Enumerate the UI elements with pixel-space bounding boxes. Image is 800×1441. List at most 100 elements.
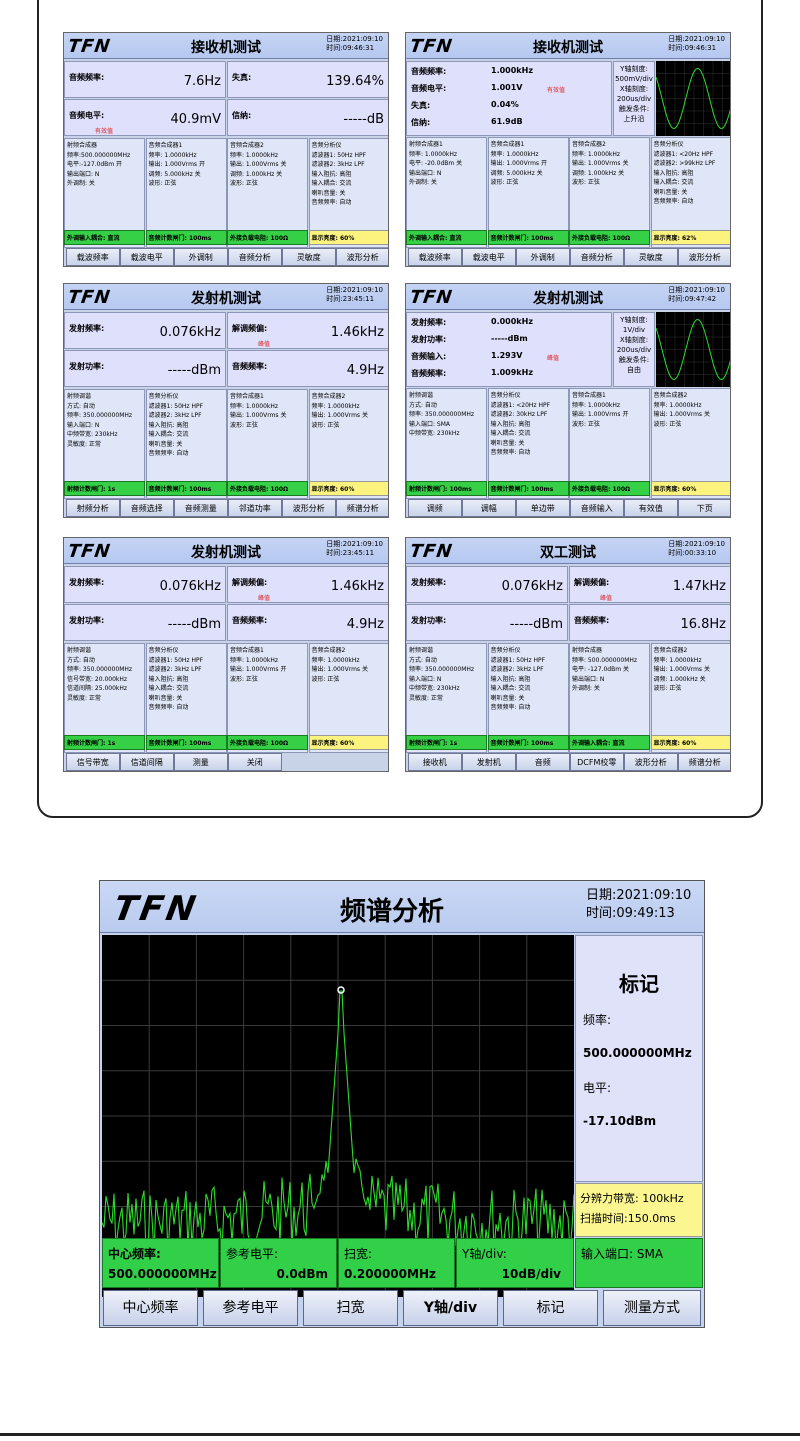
softkey-button[interactable]: 波形分析 [336,248,388,266]
screenshot-s6: TFN 双工测试 日期:2021:09:10 时间:00:33:10 发射频率: 0.07… [405,537,731,772]
info-line: 频率: 1.0000kHz [311,656,360,664]
readout-value: 1.000kHz [491,66,533,75]
info-line: 输入阻抗: 高阻 [490,675,531,683]
readout-4: 信纳: -----dB [227,99,388,136]
softkey-button[interactable]: 音频测量 [174,499,228,517]
softkey-button[interactable]: 发射机 [462,753,516,771]
ydiv-button[interactable]: Y轴/div [403,1290,498,1326]
scope-waveform [656,312,730,387]
marker-point [337,986,345,994]
info-line: 频率: 1.0000kHz [148,151,197,159]
info-line: 射频调谐 [67,647,92,654]
readout-label: 解调频偏: [232,578,268,587]
softkey-button[interactable]: 载波电平 [462,248,516,266]
softkey-button[interactable]: 外调制 [516,248,570,266]
softkey-button[interactable]: 下页 [678,499,730,517]
softkey-button[interactable]: 调幅 [462,499,516,517]
softkey-button[interactable]: 测量 [174,753,228,771]
info-line: 输出: 1.000Vrms 关 [653,666,710,673]
screenshot-s3: TFN 发射机测试 日期:2021:09:10 时间:23:45:11 发射频率: 0.0… [63,283,389,518]
info-line: 滤波器2: 30kHz LPF [490,411,548,418]
span-button[interactable]: 扫宽 [303,1290,398,1326]
readout-label: 发射频率: [69,578,105,587]
readout-value: 0.076kHz [159,325,221,340]
info-line: 输入阻抗: 高阻 [653,169,694,177]
softkey-button[interactable]: 信号带宽 [66,753,120,771]
softkey-button[interactable]: 音频分析 [228,248,282,266]
time-text: 时间:09:46:31 [668,44,717,52]
info-line: 音频频率: 自动 [490,704,531,711]
info-line: 音频分析仪 [311,142,342,149]
readout-value: -----dB [343,112,384,127]
readout-3: 发射功率: -----dBm [406,604,568,641]
info-line: 外调制: 关 [572,685,600,692]
measure-mode-button[interactable]: 测量方式 [603,1290,701,1326]
time-text: 时间:09:49:13 [586,906,675,921]
marker-button[interactable]: 标记 [503,1290,598,1326]
softkey-button[interactable]: 关闭 [228,753,282,771]
softkey-button[interactable]: 音频选择 [120,499,174,517]
readout-value: 1.001V [491,83,523,92]
readout-label: 音频频率: [69,73,105,82]
info-line: 音频分析仪 [148,393,179,400]
softkey-button[interactable]: 音频分析 [570,248,624,266]
softkey-button[interactable]: 有效值 [624,499,678,517]
status-green-1: 射频计数闸门: 100ms [406,481,487,496]
softkey-button[interactable]: 接收机 [408,753,462,771]
softkey-button[interactable]: 单边带 [516,499,570,517]
softkey-button[interactable]: 调频 [408,499,462,517]
softkey-button[interactable]: 灵敏度 [282,248,336,266]
softkey-button[interactable]: 频谱分析 [678,753,730,771]
readout-note: 有效值 [547,87,566,94]
ref-level-button[interactable]: 参考电平 [203,1290,298,1326]
softkey-button[interactable]: 波形分析 [678,248,730,266]
softkey-button[interactable]: 信道间隔 [120,753,174,771]
status-green-3: 外调输入耦合: 直流 [569,735,650,750]
info-line: 方式: 自动 [67,656,95,664]
softkey-button[interactable]: 载波电平 [120,248,174,266]
softkey-button[interactable]: 载波频率 [66,248,120,266]
softkey-button[interactable]: 灵敏度 [624,248,678,266]
info-line: 方式: 自动 [409,656,437,664]
time-text: 时间:23:45:11 [326,295,375,303]
softkey-button[interactable]: 邻道功率 [228,499,282,517]
readout-3: 音频电平: 40.9mV 有效值 [64,99,226,136]
readout-label: 发射功率: [411,616,447,625]
info-line: 射频调谐 [409,392,434,399]
softkey-button[interactable]: 外调制 [174,248,228,266]
readout-3: 发射功率: -----dBm [64,350,226,387]
softkey-button[interactable]: 射频分析 [66,499,120,517]
datetime: 日期:2021:09:10 时间:09:47:42 [668,286,725,304]
scope-setting: 自由 [627,366,641,374]
info-line: 输出端口: N [572,675,605,683]
status-yellow: 显示亮度: 60% [308,735,388,750]
info-line: 频率: 1.0000kHz [230,402,279,410]
readout-value: 1.293V [491,351,523,360]
center-freq-label: 中心频率: [108,1247,161,1261]
softkey-button[interactable]: 载波频率 [408,248,462,266]
readout-value: 1.46kHz [330,579,384,594]
scope-setting: 200us/div [616,346,652,354]
input-port-text: 输入端口: SMA [581,1247,664,1261]
info-line: 输出: 1.000Vrms 开 [490,160,547,167]
center-freq-button[interactable]: 中心频率 [103,1290,198,1326]
softkey-button[interactable]: 音频输入 [570,499,624,517]
info-line: 频率: 350.000000MHz [67,666,133,673]
readout-label: 音频输入: [411,352,447,361]
header-bar: TFN 频谱分析 日期:2021:09:10 时间:09:49:13 [100,881,704,933]
readout-block: 音频频率: 1.000kHz 音频电平: 1.001V 有效值 失真: 0.04% 信纳: 61… [406,61,612,136]
screenshot-s1: TFN 接收机测试 日期:2021:09:10 时间:09:46:31 音频频率: 7.6… [63,32,389,267]
softkey-button[interactable]: 频谱分析 [336,499,388,517]
info-line: 音频合成器1 [572,392,606,399]
softkey-button[interactable]: 波形分析 [282,499,336,517]
softkey-button[interactable]: 音频 [516,753,570,771]
info-line: 频率: 1.0000kHz [572,150,621,158]
softkey-button[interactable]: DCFM校零 [570,753,624,771]
softkey-button[interactable]: 波形分析 [624,753,678,771]
readout-2: 解调频偏: 1.46kHz 峰值 [227,312,388,349]
info-line: 喇叭音量: 关 [148,440,183,448]
readout-label: 失真: [411,101,431,110]
info-line: 输出: 1.000Vrms 关 [311,666,368,673]
bottom-divider [0,1433,800,1436]
readout-value: 40.9mV [170,112,221,127]
